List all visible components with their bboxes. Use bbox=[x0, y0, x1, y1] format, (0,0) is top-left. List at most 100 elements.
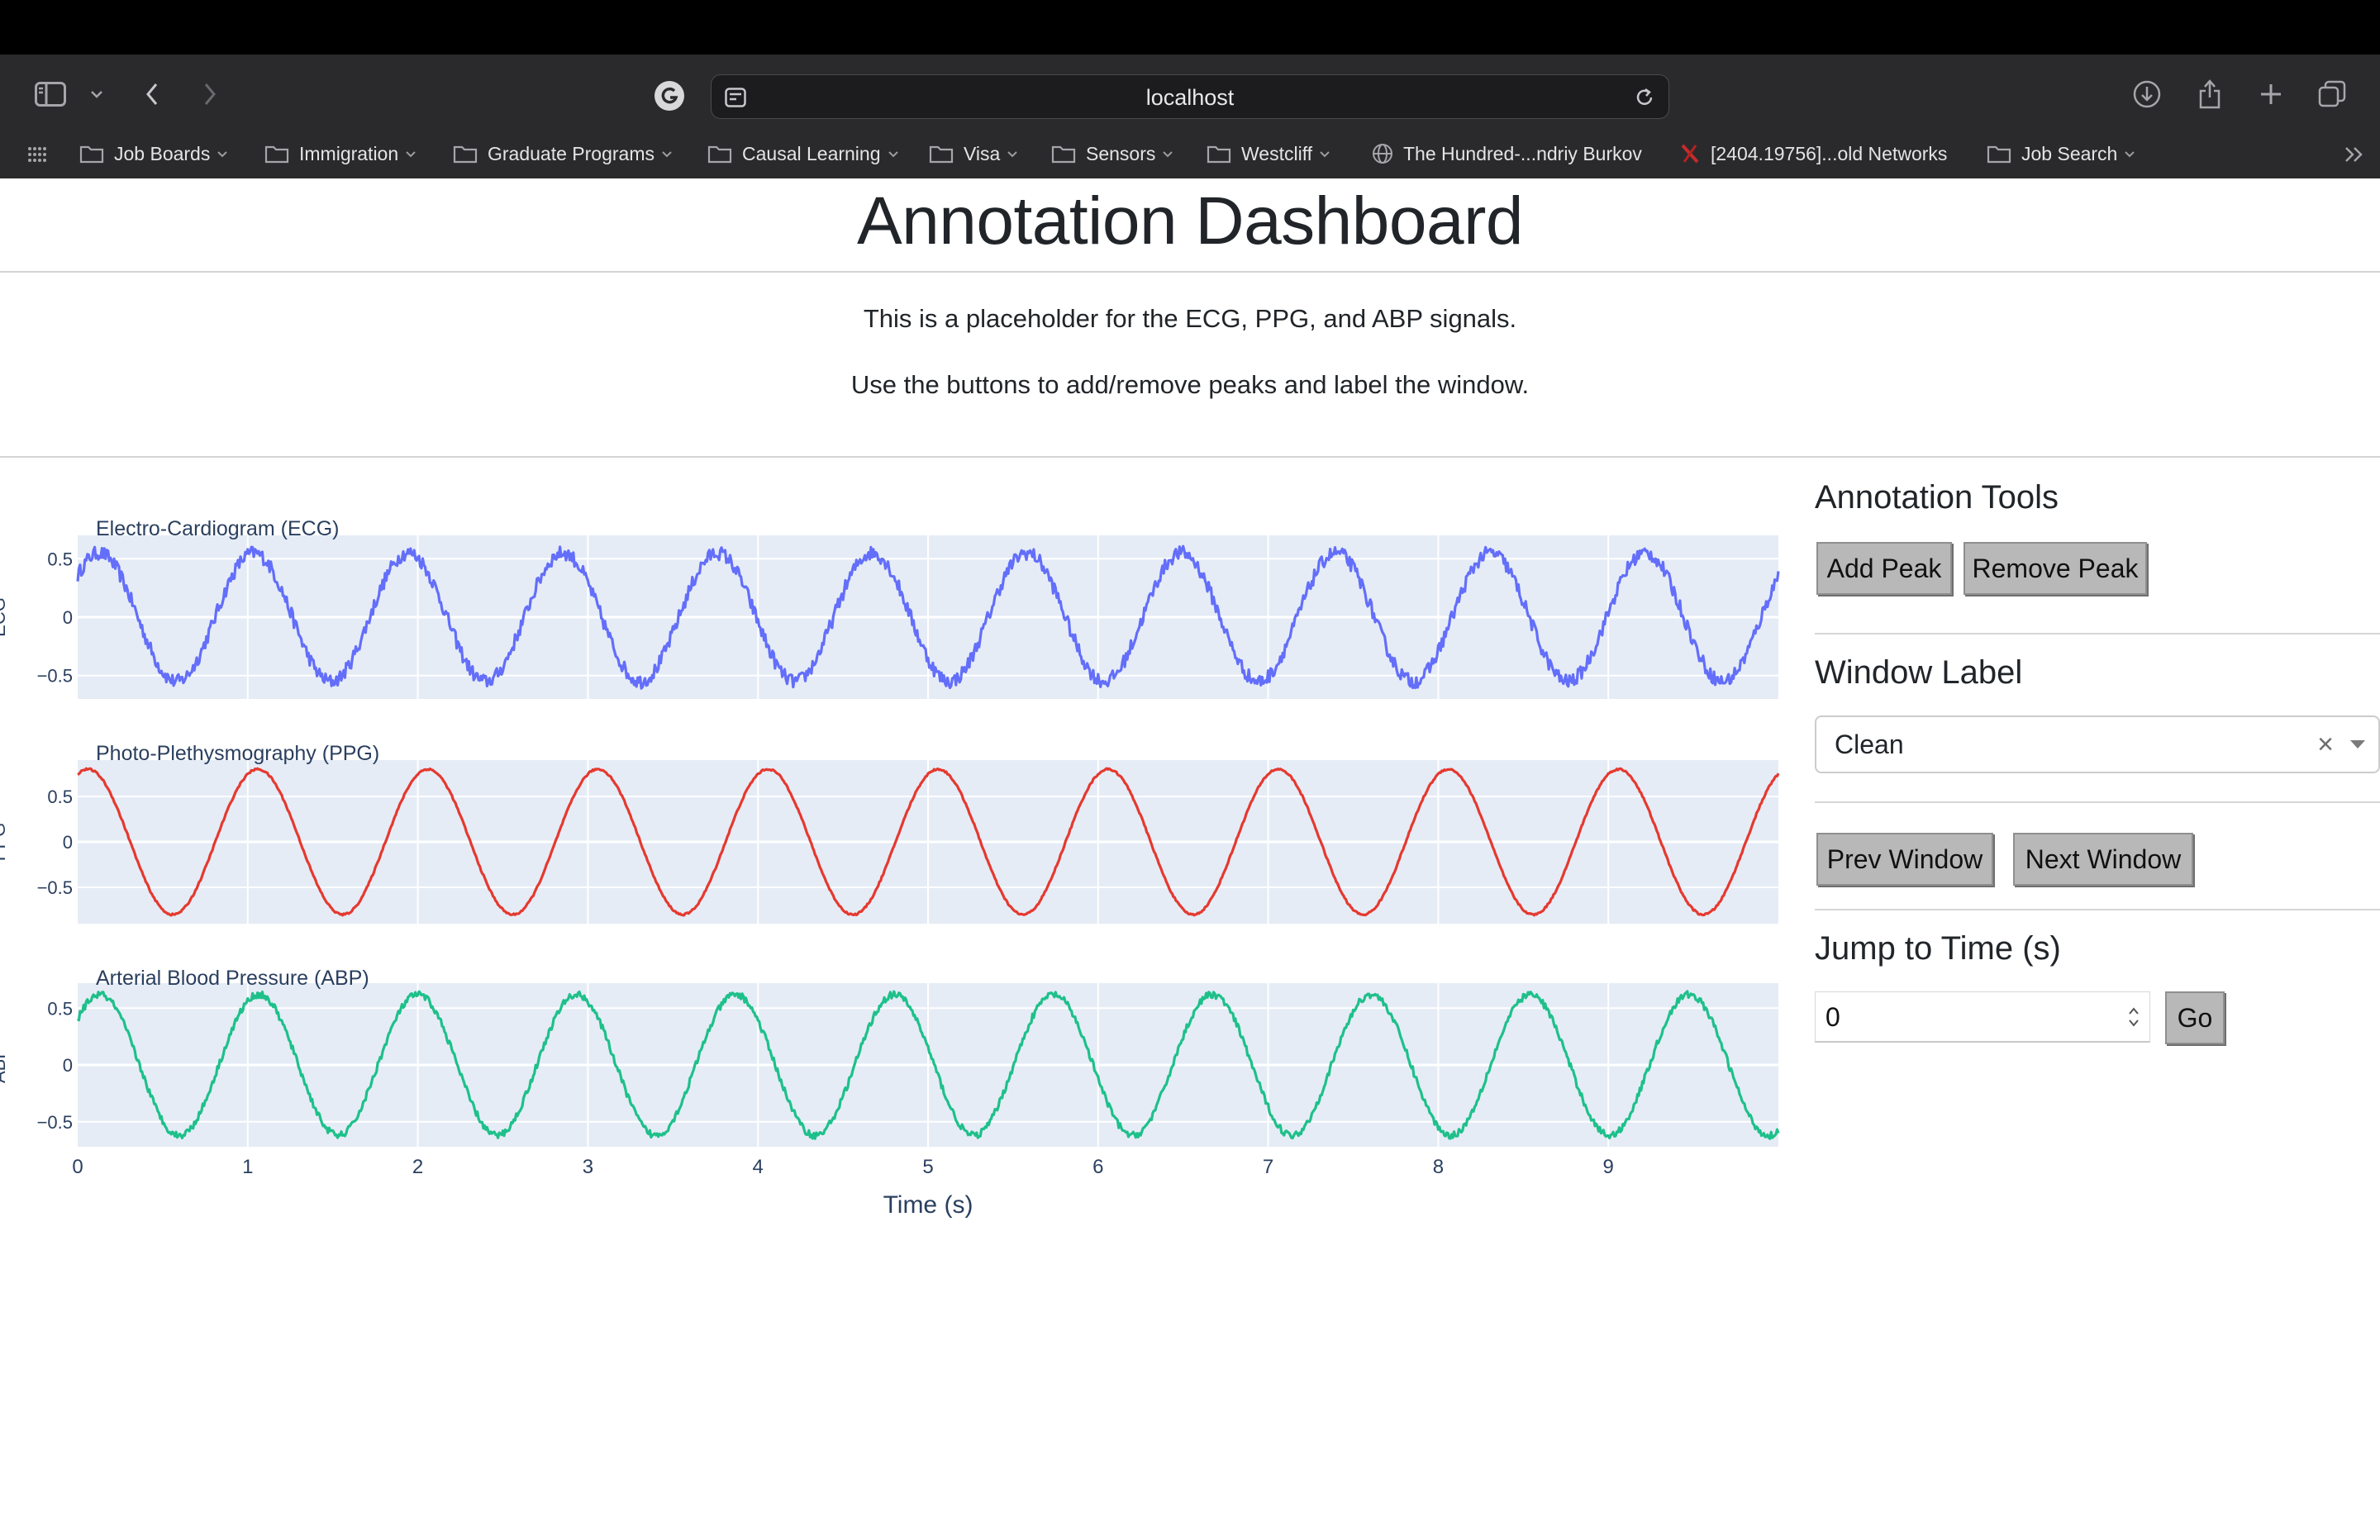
window-label-select[interactable]: Clean × bbox=[1815, 715, 2380, 773]
new-tab-icon[interactable] bbox=[2254, 78, 2287, 111]
chart-title: Electro-Cardiogram (ECG) bbox=[96, 517, 340, 540]
y-tick-label: 0.5 bbox=[47, 787, 73, 807]
grid-apps-icon[interactable] bbox=[25, 142, 50, 167]
bookmark-item[interactable]: Visa bbox=[929, 132, 1018, 175]
x-tick-label: 8 bbox=[1433, 1156, 1444, 1178]
x-tick-label: 5 bbox=[922, 1156, 933, 1178]
signal-plot[interactable]: 0.5 0 −0.5 Electro-Cardiogram (ECG) ECG 0.5 0 −… bbox=[0, 479, 1785, 1223]
x-tick-label: 1 bbox=[242, 1156, 253, 1178]
divider bbox=[1815, 801, 2380, 803]
bookmark-label: Graduate Programs bbox=[488, 142, 654, 164]
url-text[interactable]: localhost bbox=[712, 75, 1668, 120]
x-tick-label: 0 bbox=[72, 1156, 83, 1178]
bookmark-item[interactable]: [2404.19756]...old Networks bbox=[1679, 132, 1947, 175]
folder-icon bbox=[707, 144, 732, 164]
bookmark-item[interactable]: Graduate Programs bbox=[453, 132, 673, 175]
share-icon[interactable] bbox=[2193, 76, 2226, 112]
y-tick-label: −0.5 bbox=[37, 1112, 73, 1133]
y-tick-label: 0 bbox=[63, 1055, 73, 1076]
tab-overview-icon[interactable] bbox=[2316, 78, 2349, 111]
page-title: Annotation Dashboard bbox=[856, 183, 1524, 259]
folder-icon bbox=[1051, 144, 1076, 164]
go-button[interactable]: Go bbox=[2165, 991, 2225, 1044]
chart-title: Photo-Plethysmography (PPG) bbox=[96, 742, 379, 765]
x-tick-label: 9 bbox=[1603, 1156, 1614, 1178]
chevron-down-icon[interactable] bbox=[84, 79, 109, 109]
y-tick-label: 0 bbox=[63, 607, 73, 628]
window-titlebar bbox=[0, 0, 2380, 55]
divider bbox=[1815, 909, 2380, 910]
bookmark-label: Immigration bbox=[299, 142, 399, 164]
x-tick-label: 7 bbox=[1263, 1156, 1273, 1178]
bookmark-item[interactable]: Sensors bbox=[1051, 132, 1173, 175]
folder-icon bbox=[1987, 144, 2011, 164]
y-tick-label: −0.5 bbox=[37, 877, 73, 898]
jump-time-value: 0 bbox=[1825, 1002, 1840, 1032]
bookmark-label: [2404.19756]...old Networks bbox=[1711, 142, 1948, 164]
x-tick-label: 6 bbox=[1092, 1156, 1103, 1178]
x-tick-label: 4 bbox=[753, 1156, 764, 1178]
bookmark-label: Westcliff bbox=[1241, 142, 1313, 164]
address-bar[interactable]: localhost bbox=[711, 74, 1669, 119]
arxiv-icon bbox=[1679, 142, 1701, 165]
chevron-down-icon bbox=[661, 150, 673, 158]
bookmark-item[interactable]: Causal Learning bbox=[707, 132, 899, 175]
bookmark-label: Visa bbox=[964, 142, 1001, 164]
chart-title: Arterial Blood Pressure (ABP) bbox=[96, 967, 369, 990]
chevron-down-icon bbox=[1319, 150, 1330, 158]
divider bbox=[1815, 633, 2380, 635]
number-stepper-icon[interactable] bbox=[2126, 1002, 2141, 1032]
y-tick-label: −0.5 bbox=[37, 666, 73, 687]
next-window-button[interactable]: Next Window bbox=[2013, 833, 2193, 886]
folder-icon bbox=[79, 144, 104, 164]
chevron-down-icon bbox=[217, 150, 228, 158]
bookmark-label: Causal Learning bbox=[742, 142, 881, 164]
bookmark-item[interactable]: The Hundred-...ndriy Burkov bbox=[1372, 132, 1642, 175]
folder-icon bbox=[264, 144, 289, 164]
back-icon[interactable] bbox=[137, 78, 167, 111]
bookmark-label: Job Boards bbox=[114, 142, 211, 164]
more-bookmarks-icon[interactable] bbox=[2342, 142, 2367, 167]
y-tick-label: 0 bbox=[63, 832, 73, 853]
bookmark-item[interactable]: Immigration bbox=[264, 132, 416, 175]
x-axis-label: Time (s) bbox=[883, 1191, 973, 1219]
sidebar-toggle-icon[interactable] bbox=[31, 78, 69, 111]
window-label-heading: Window Label bbox=[1815, 654, 2023, 691]
remove-peak-button[interactable]: Remove Peak bbox=[1963, 542, 2147, 595]
y-tick-label: 0.5 bbox=[47, 998, 73, 1019]
chevron-down-icon bbox=[888, 150, 899, 158]
clear-selection-icon[interactable]: × bbox=[2317, 717, 2334, 772]
bookmark-item[interactable]: Job Search bbox=[1987, 132, 2135, 175]
forward-icon[interactable] bbox=[195, 78, 225, 111]
reload-icon[interactable] bbox=[1630, 83, 1659, 112]
y-axis-label: ECG bbox=[0, 597, 9, 637]
downloads-icon[interactable] bbox=[2130, 78, 2163, 111]
prev-window-button[interactable]: Prev Window bbox=[1816, 833, 1993, 886]
annotation-tools-heading: Annotation Tools bbox=[1815, 479, 2059, 516]
bookmark-label: The Hundred-...ndriy Burkov bbox=[1403, 142, 1642, 164]
signal-charts[interactable]: 0.5 0 −0.5 Electro-Cardiogram (ECG) ECG 0.5 0 −… bbox=[0, 479, 1785, 1223]
bookmarks-bar: Job Boards Immigration Graduate Programs Ca… bbox=[0, 132, 2380, 175]
window-label-value: Clean bbox=[1835, 730, 1904, 759]
bookmark-label: Sensors bbox=[1086, 142, 1156, 164]
instructions-text: Use the buttons to add/remove peaks and … bbox=[850, 370, 1530, 399]
jump-time-input[interactable]: 0 bbox=[1815, 991, 2150, 1043]
bookmark-item[interactable]: Job Boards bbox=[79, 132, 228, 175]
chevron-down-icon bbox=[405, 150, 416, 158]
intro-text: This is a placeholder for the ECG, PPG, … bbox=[863, 304, 1517, 333]
annotation-panel: Annotation Tools Add Peak Remove Peak Wi… bbox=[1815, 479, 2380, 1074]
y-axis-label: PPG bbox=[0, 823, 9, 861]
folder-icon bbox=[929, 144, 954, 164]
chevron-down-icon bbox=[1162, 150, 1173, 158]
divider bbox=[0, 456, 2380, 458]
dropdown-caret-icon[interactable] bbox=[2349, 739, 2367, 754]
browser-toolbar: localhost Job Boards Immigration Graduate … bbox=[0, 55, 2380, 178]
x-tick-label: 2 bbox=[412, 1156, 423, 1178]
add-peak-button[interactable]: Add Peak bbox=[1816, 542, 1952, 595]
bookmark-item[interactable]: Westcliff bbox=[1207, 132, 1330, 175]
y-tick-label: 0.5 bbox=[47, 549, 73, 569]
folder-icon bbox=[453, 144, 478, 164]
bookmark-label: Job Search bbox=[2021, 142, 2118, 164]
grammarly-icon[interactable] bbox=[653, 79, 686, 112]
chevron-down-icon bbox=[2124, 150, 2135, 158]
